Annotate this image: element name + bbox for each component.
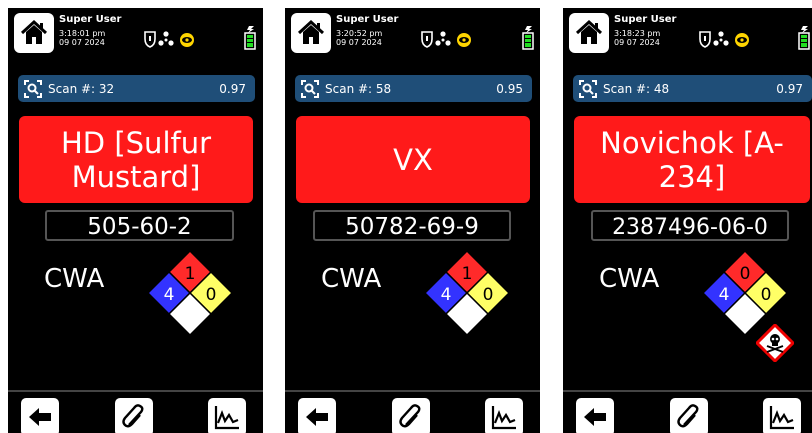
scan-bar: Scan #: 58 0.95: [295, 75, 532, 102]
chemical-class: CWA: [44, 264, 105, 294]
scan-bar: Scan #: 32 0.97: [18, 75, 255, 102]
back-arrow-icon: [584, 408, 606, 426]
time: 3:18:01 pm: [59, 29, 106, 38]
eye-icon: [735, 33, 749, 47]
date: 09 07 2024: [614, 38, 660, 47]
nfpa-instability: 0: [206, 285, 217, 305]
shield-icon: [421, 31, 433, 48]
cas-number: 2387496-06-0: [591, 210, 789, 241]
footer-toolbar: [8, 390, 263, 433]
spectrum-button[interactable]: [763, 398, 801, 433]
scan-icon: [24, 80, 42, 98]
status-bar: Super User 3:18:01 pm 09 07 2024: [8, 8, 263, 53]
radiation-icon: [158, 31, 174, 46]
skull-crossbones-icon: [756, 324, 794, 362]
home-icon: [297, 19, 325, 44]
status-icons: [144, 31, 194, 48]
charging-icon: [525, 26, 532, 33]
status-bar: Super User 3:20:52 pm 09 07 2024: [285, 8, 540, 53]
nfpa-health: 4: [719, 285, 730, 305]
status-bar: Super User 3:18:23 pm 09 07 2024: [563, 8, 812, 53]
paperclip-icon: [399, 404, 421, 428]
status-icons: [699, 31, 749, 48]
back-button[interactable]: [21, 398, 59, 433]
nfpa-flammability: 0: [740, 264, 751, 284]
device-screen-3: Super User 3:18:23 pm 09 07 2024 Scan #:…: [563, 8, 812, 433]
attach-button[interactable]: [392, 398, 430, 433]
charging-icon: [247, 26, 254, 33]
eye-icon: [180, 33, 194, 47]
device-screen-1: Super User 3:18:01 pm 09 07 2024 Scan #:…: [8, 8, 263, 433]
time: 3:18:23 pm: [614, 29, 661, 38]
footer-toolbar: [563, 390, 812, 433]
radiation-icon: [713, 31, 729, 46]
scan-number: Scan #: 48: [603, 82, 670, 96]
nfpa-flammability: 1: [185, 264, 196, 284]
paperclip-icon: [677, 404, 699, 428]
attach-button[interactable]: [670, 398, 708, 433]
scan-icon: [579, 80, 597, 98]
nfpa-health: 4: [164, 285, 175, 305]
nfpa-health: 4: [441, 285, 452, 305]
shield-icon: [699, 31, 711, 48]
scan-number: Scan #: 32: [48, 82, 115, 96]
spectrum-button[interactable]: [485, 398, 523, 433]
device-screen-2: Super User 3:20:52 pm 09 07 2024 Scan #:…: [285, 8, 540, 433]
shield-icon: [144, 31, 156, 48]
home-button[interactable]: [569, 13, 609, 53]
back-button[interactable]: [298, 398, 336, 433]
time: 3:20:52 pm: [336, 29, 383, 38]
scan-icon: [301, 80, 319, 98]
spectrum-chart-icon: [491, 406, 516, 430]
spectrum-chart-icon: [769, 406, 794, 430]
nfpa-diamond: 1 4 0: [423, 249, 511, 337]
paperclip-icon: [122, 404, 144, 428]
nfpa-instability: 0: [483, 285, 494, 305]
charging-icon: [801, 26, 808, 33]
home-icon: [575, 19, 603, 44]
footer-toolbar: [285, 390, 540, 433]
nfpa-flammability: 1: [462, 264, 473, 284]
home-button[interactable]: [14, 13, 54, 53]
attach-button[interactable]: [115, 398, 153, 433]
back-arrow-icon: [306, 408, 328, 426]
battery-icon: [522, 26, 534, 50]
cas-number: 50782-69-9: [313, 210, 511, 241]
date: 09 07 2024: [336, 38, 382, 47]
chemical-class: CWA: [599, 264, 660, 294]
nfpa-diamond: 1 4 0: [146, 249, 234, 337]
date: 09 07 2024: [59, 38, 105, 47]
user-name: Super User: [614, 14, 677, 25]
chemical-name-alert: HD [Sulfur Mustard]: [19, 116, 253, 203]
back-arrow-icon: [29, 408, 51, 426]
user-name: Super User: [336, 14, 399, 25]
home-icon: [20, 19, 48, 44]
status-icons: [421, 31, 471, 48]
battery-icon: [798, 26, 810, 50]
match-score: 0.97: [219, 82, 246, 96]
cas-number: 505-60-2: [45, 210, 234, 241]
match-score: 0.97: [776, 82, 803, 96]
chemical-class: CWA: [321, 264, 382, 294]
match-score: 0.95: [496, 82, 523, 96]
chemical-name-alert: Novichok [A-234]: [574, 116, 810, 203]
back-button[interactable]: [576, 398, 614, 433]
battery-icon: [244, 26, 256, 50]
spectrum-chart-icon: [214, 406, 239, 430]
scan-number: Scan #: 58: [325, 82, 392, 96]
spectrum-button[interactable]: [208, 398, 246, 433]
chemical-name-alert: VX: [296, 116, 530, 203]
user-name: Super User: [59, 14, 122, 25]
eye-icon: [457, 33, 471, 47]
radiation-icon: [435, 31, 451, 46]
nfpa-instability: 0: [761, 285, 772, 305]
scan-bar: Scan #: 48 0.97: [573, 75, 812, 102]
home-button[interactable]: [291, 13, 331, 53]
